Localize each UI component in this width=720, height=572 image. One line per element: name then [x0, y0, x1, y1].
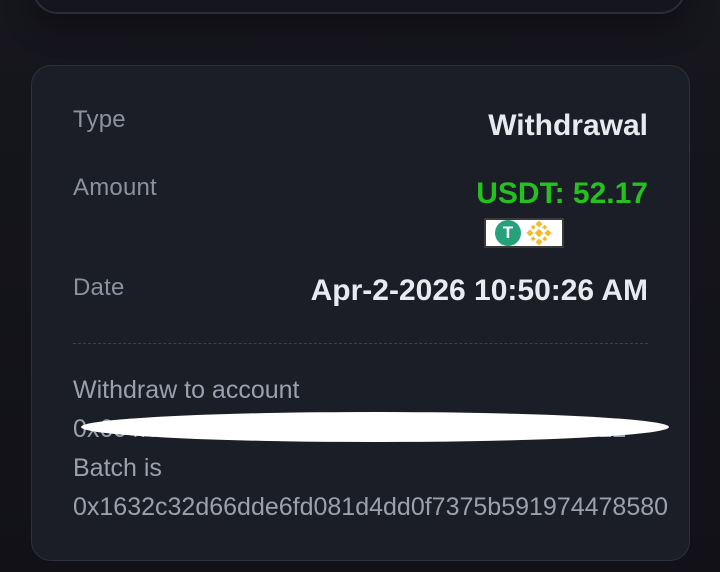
withdraw-label: Withdraw to account: [73, 376, 300, 404]
type-value: Withdrawal: [488, 109, 648, 142]
transaction-details: Withdraw to account 0x6c4f7fd4f27b7ed370…: [73, 371, 668, 527]
date-label: Date: [73, 274, 125, 301]
screen: Type Withdrawal Amount USDT: 52.17 T Dat…: [0, 0, 720, 572]
amount-row: Amount USDT: 52.17 T: [73, 174, 648, 254]
dashed-divider: [73, 343, 648, 344]
amount-label: Amount: [73, 174, 157, 201]
date-value: Apr-2-2026 10:50:26 AM: [310, 274, 648, 307]
transaction-detail-card: Type Withdrawal Amount USDT: 52.17 T Dat…: [31, 65, 690, 561]
token-badges: T: [484, 218, 564, 248]
redaction-mark: [83, 414, 667, 440]
bnb-chain-icon: [526, 220, 552, 246]
type-label: Type: [73, 106, 126, 133]
previous-card: [32, 0, 686, 14]
amount-value: USDT: 52.17: [476, 177, 648, 210]
batch-value[interactable]: 0x1632c32d66dde6fd081d4dd0f7375b59197447…: [73, 488, 668, 527]
batch-label: Batch is: [73, 454, 162, 482]
tether-usdt-icon: T: [495, 220, 521, 246]
withdraw-address-line: 0x6c4f7fd4f27b7ed3702d224842151761fd0b25…: [73, 410, 668, 449]
